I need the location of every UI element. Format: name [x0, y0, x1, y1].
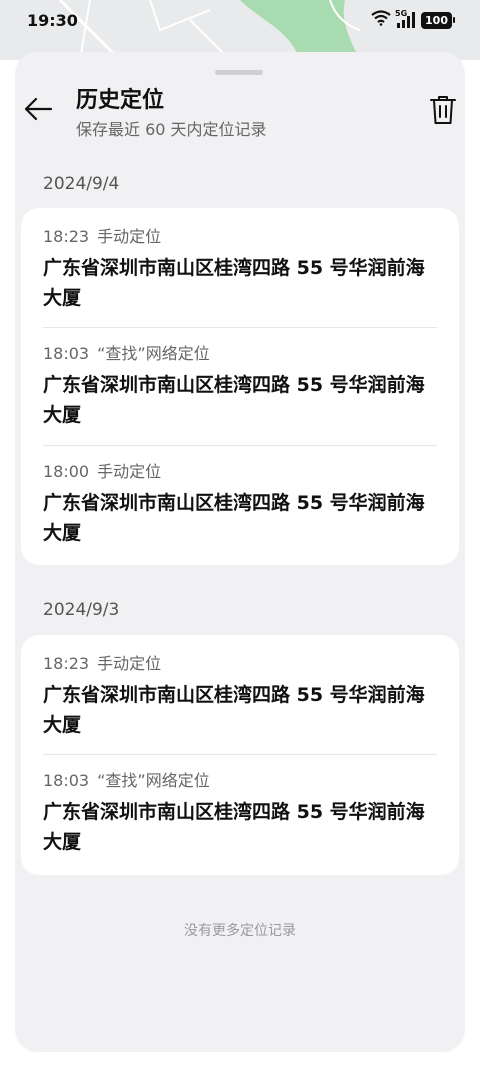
record-meta: 18:03 “查找”网络定位 — [43, 343, 433, 365]
record-address: 广东省深圳市南山区桂湾四路 55 号华润前海大厦 — [43, 684, 425, 736]
record-time: 18:03 — [43, 344, 90, 363]
wifi-icon — [371, 10, 391, 30]
record-address: 广东省深圳市南山区桂湾四路 55 号华润前海大厦 — [43, 801, 425, 853]
record-address: 广东省深圳市南山区桂湾四路 55 号华润前海大厦 — [43, 492, 425, 544]
record-address: 广东省深圳市南山区桂湾四路 55 号华润前海大厦 — [43, 374, 425, 426]
status-bar: 19:30 5G 100 — [0, 0, 480, 40]
record-type: 手动定位 — [97, 227, 162, 246]
record-type: “查找”网络定位 — [97, 771, 210, 790]
battery-icon: 100 — [421, 11, 455, 29]
record-address: 广东省深圳市南山区桂湾四路 55 号华润前海大厦 — [43, 257, 425, 309]
record-time: 18:03 — [43, 771, 90, 790]
record-card: 18:23 手动定位 广东省深圳市南山区桂湾四路 55 号华润前海大厦 18:03… — [21, 635, 459, 875]
list-item[interactable]: 18:03 “查找”网络定位 广东省深圳市南山区桂湾四路 55 号华润前海大厦 — [21, 770, 455, 857]
status-time: 19:30 — [27, 10, 78, 30]
record-meta: 18:03 “查找”网络定位 — [43, 770, 433, 792]
list-item[interactable]: 18:23 手动定位 广东省深圳市南山区桂湾四路 55 号华润前海大厦 — [21, 653, 455, 740]
divider — [43, 754, 437, 755]
list-item[interactable]: 18:03 “查找”网络定位 广东省深圳市南山区桂湾四路 55 号华润前海大厦 — [21, 343, 455, 430]
record-card: 18:23 手动定位 广东省深圳市南山区桂湾四路 55 号华润前海大厦 18:03… — [21, 208, 459, 565]
list-item[interactable]: 18:00 手动定位 广东省深圳市南山区桂湾四路 55 号华润前海大厦 — [21, 461, 455, 548]
status-icons: 5G 100 — [371, 9, 455, 30]
record-meta: 18:23 手动定位 — [43, 226, 433, 248]
record-meta: 18:00 手动定位 — [43, 461, 433, 483]
signal-icon: 5G — [395, 9, 417, 29]
record-type: 手动定位 — [97, 462, 162, 481]
page-title: 历史定位 — [76, 88, 165, 113]
divider — [43, 327, 437, 328]
delete-button[interactable] — [429, 94, 457, 126]
record-time: 18:23 — [43, 654, 90, 673]
record-time: 18:23 — [43, 227, 90, 246]
divider — [43, 445, 437, 446]
record-meta: 18:23 手动定位 — [43, 653, 433, 675]
no-more-records-note: 没有更多定位记录 — [184, 923, 296, 939]
record-type: “查找”网络定位 — [97, 344, 210, 363]
back-button[interactable] — [21, 92, 55, 126]
date-header: 2024/9/4 — [43, 174, 120, 194]
trash-icon — [430, 96, 456, 124]
record-time: 18:00 — [43, 462, 90, 481]
record-type: 手动定位 — [97, 654, 162, 673]
history-location-sheet: 历史定位 保存最近 60 天内定位记录 2024/9/4 18:23 手动定位 广… — [15, 52, 465, 1052]
arrow-left-icon — [24, 97, 53, 121]
date-header: 2024/9/3 — [43, 600, 120, 620]
list-item[interactable]: 18:23 手动定位 广东省深圳市南山区桂湾四路 55 号华润前海大厦 — [21, 226, 455, 313]
page-subtitle: 保存最近 60 天内定位记录 — [76, 120, 267, 139]
drag-handle[interactable] — [215, 70, 263, 75]
